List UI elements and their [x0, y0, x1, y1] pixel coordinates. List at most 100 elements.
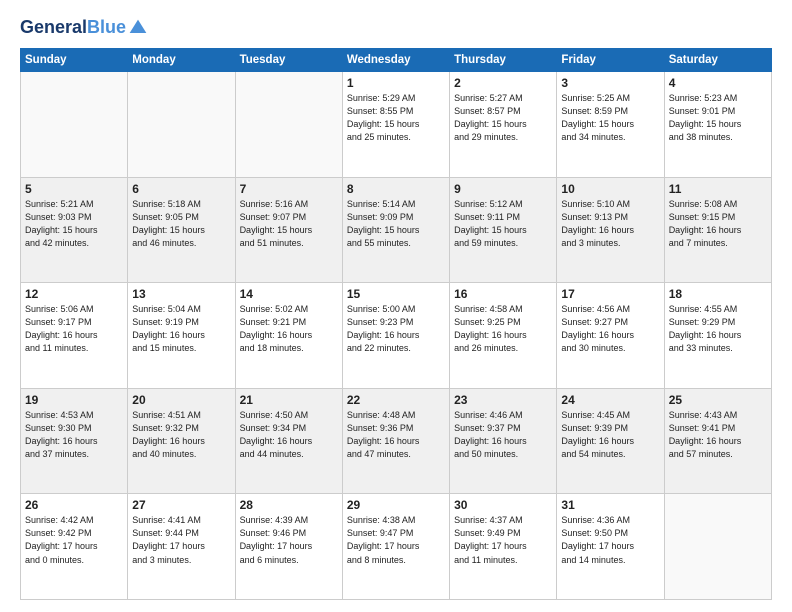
calendar-cell: 4Sunrise: 5:23 AM Sunset: 9:01 PM Daylig… — [664, 72, 771, 178]
calendar-cell — [21, 72, 128, 178]
calendar-cell: 3 Sunrise: 5:25 AM Sunset: 8:59 PM Daylig… — [557, 72, 664, 178]
weekday-header-friday: Friday — [557, 49, 664, 72]
day-number: 1 — [347, 76, 445, 90]
calendar-cell: 15 Sunrise: 5:00 AM Sunset: 9:23 PM Dayli… — [342, 283, 449, 389]
weekday-header-tuesday: Tuesday — [235, 49, 342, 72]
weekday-header-thursday: Thursday — [450, 49, 557, 72]
calendar-cell: 20Sunrise: 4:51 AM Sunset: 9:32 PM Dayli… — [128, 388, 235, 494]
calendar-cell: 28 Sunrise: 4:39 AM Sunset: 9:46 PM Dayli… — [235, 494, 342, 600]
day-info: Sunrise: 5:29 AM Sunset: 8:55 PM Dayligh… — [347, 92, 445, 144]
day-number: 6 — [132, 182, 230, 196]
calendar-cell: 29 Sunrise: 4:38 AM Sunset: 9:47 PM Dayli… — [342, 494, 449, 600]
day-number: 22 — [347, 393, 445, 407]
day-info: Sunrise: 5:08 AM Sunset: 9:15 PM Dayligh… — [669, 198, 767, 250]
calendar-cell: 18 Sunrise: 4:55 AM Sunset: 9:29 PM Dayli… — [664, 283, 771, 389]
calendar-cell: 10 Sunrise: 5:10 AM Sunset: 9:13 PM Dayli… — [557, 177, 664, 283]
day-number: 2 — [454, 76, 552, 90]
day-info: Sunrise: 5:14 AM Sunset: 9:09 PM Dayligh… — [347, 198, 445, 250]
day-number: 15 — [347, 287, 445, 301]
day-number: 5 — [25, 182, 123, 196]
day-info: Sunrise: 4:51 AM Sunset: 9:32 PM Dayligh… — [132, 409, 230, 461]
calendar-cell: 5 Sunrise: 5:21 AM Sunset: 9:03 PM Daylig… — [21, 177, 128, 283]
day-info: Sunrise: 4:43 AM Sunset: 9:41 PM Dayligh… — [669, 409, 767, 461]
day-info: Sunrise: 5:25 AM Sunset: 8:59 PM Dayligh… — [561, 92, 659, 144]
calendar-cell: 26Sunrise: 4:42 AM Sunset: 9:42 PM Dayli… — [21, 494, 128, 600]
day-info: Sunrise: 4:50 AM Sunset: 9:34 PM Dayligh… — [240, 409, 338, 461]
calendar-cell: 24 Sunrise: 4:45 AM Sunset: 9:39 PM Dayli… — [557, 388, 664, 494]
calendar-cell: 1 Sunrise: 5:29 AM Sunset: 8:55 PM Daylig… — [342, 72, 449, 178]
calendar-cell: 30 Sunrise: 4:37 AM Sunset: 9:49 PM Dayli… — [450, 494, 557, 600]
calendar-cell: 8 Sunrise: 5:14 AM Sunset: 9:09 PM Daylig… — [342, 177, 449, 283]
day-number: 8 — [347, 182, 445, 196]
day-number: 10 — [561, 182, 659, 196]
calendar-cell: 12 Sunrise: 5:06 AM Sunset: 9:17 PM Dayli… — [21, 283, 128, 389]
calendar-cell — [664, 494, 771, 600]
day-info: Sunrise: 4:53 AM Sunset: 9:30 PM Dayligh… — [25, 409, 123, 461]
day-number: 19 — [25, 393, 123, 407]
day-info: Sunrise: 4:48 AM Sunset: 9:36 PM Dayligh… — [347, 409, 445, 461]
calendar-cell: 22 Sunrise: 4:48 AM Sunset: 9:36 PM Dayli… — [342, 388, 449, 494]
calendar-cell: 23Sunrise: 4:46 AM Sunset: 9:37 PM Dayli… — [450, 388, 557, 494]
day-info: Sunrise: 4:45 AM Sunset: 9:39 PM Dayligh… — [561, 409, 659, 461]
day-info: Sunrise: 4:41 AM Sunset: 9:44 PM Dayligh… — [132, 514, 230, 566]
day-info: Sunrise: 5:06 AM Sunset: 9:17 PM Dayligh… — [25, 303, 123, 355]
calendar-cell: 7 Sunrise: 5:16 AM Sunset: 9:07 PM Daylig… — [235, 177, 342, 283]
calendar-cell: 9 Sunrise: 5:12 AM Sunset: 9:11 PM Daylig… — [450, 177, 557, 283]
calendar-cell: 17 Sunrise: 4:56 AM Sunset: 9:27 PM Dayli… — [557, 283, 664, 389]
day-number: 3 — [561, 76, 659, 90]
day-info: Sunrise: 5:00 AM Sunset: 9:23 PM Dayligh… — [347, 303, 445, 355]
day-number: 24 — [561, 393, 659, 407]
week-row-4: 26Sunrise: 4:42 AM Sunset: 9:42 PM Dayli… — [21, 494, 772, 600]
weekday-header-sunday: Sunday — [21, 49, 128, 72]
logo-icon — [128, 18, 148, 38]
day-number: 28 — [240, 498, 338, 512]
day-number: 18 — [669, 287, 767, 301]
day-number: 4 — [669, 76, 767, 90]
day-info: Sunrise: 4:58 AM Sunset: 9:25 PM Dayligh… — [454, 303, 552, 355]
day-info: Sunrise: 5:02 AM Sunset: 9:21 PM Dayligh… — [240, 303, 338, 355]
day-number: 17 — [561, 287, 659, 301]
day-info: Sunrise: 4:56 AM Sunset: 9:27 PM Dayligh… — [561, 303, 659, 355]
day-number: 31 — [561, 498, 659, 512]
calendar-cell: 6 Sunrise: 5:18 AM Sunset: 9:05 PM Daylig… — [128, 177, 235, 283]
page: GeneralBlue SundayMondayTuesdayWednesday… — [0, 0, 792, 612]
day-number: 13 — [132, 287, 230, 301]
day-number: 7 — [240, 182, 338, 196]
calendar-table: SundayMondayTuesdayWednesdayThursdayFrid… — [20, 48, 772, 600]
calendar-cell: 25 Sunrise: 4:43 AM Sunset: 9:41 PM Dayli… — [664, 388, 771, 494]
day-info: Sunrise: 5:18 AM Sunset: 9:05 PM Dayligh… — [132, 198, 230, 250]
calendar-cell — [235, 72, 342, 178]
day-info: Sunrise: 5:16 AM Sunset: 9:07 PM Dayligh… — [240, 198, 338, 250]
day-info: Sunrise: 4:42 AM Sunset: 9:42 PM Dayligh… — [25, 514, 123, 566]
day-info: Sunrise: 5:27 AM Sunset: 8:57 PM Dayligh… — [454, 92, 552, 144]
week-row-1: 5 Sunrise: 5:21 AM Sunset: 9:03 PM Daylig… — [21, 177, 772, 283]
week-row-3: 19 Sunrise: 4:53 AM Sunset: 9:30 PM Dayli… — [21, 388, 772, 494]
day-info: Sunrise: 5:12 AM Sunset: 9:11 PM Dayligh… — [454, 198, 552, 250]
day-number: 25 — [669, 393, 767, 407]
day-info: Sunrise: 4:37 AM Sunset: 9:49 PM Dayligh… — [454, 514, 552, 566]
calendar-cell: 27 Sunrise: 4:41 AM Sunset: 9:44 PM Dayli… — [128, 494, 235, 600]
day-info: Sunrise: 4:39 AM Sunset: 9:46 PM Dayligh… — [240, 514, 338, 566]
day-number: 29 — [347, 498, 445, 512]
week-row-2: 12 Sunrise: 5:06 AM Sunset: 9:17 PM Dayli… — [21, 283, 772, 389]
day-number: 21 — [240, 393, 338, 407]
calendar-cell — [128, 72, 235, 178]
weekday-header-row: SundayMondayTuesdayWednesdayThursdayFrid… — [21, 49, 772, 72]
logo: GeneralBlue — [20, 18, 148, 38]
day-number: 9 — [454, 182, 552, 196]
calendar-cell: 31 Sunrise: 4:36 AM Sunset: 9:50 PM Dayli… — [557, 494, 664, 600]
day-info: Sunrise: 4:55 AM Sunset: 9:29 PM Dayligh… — [669, 303, 767, 355]
calendar-cell: 2 Sunrise: 5:27 AM Sunset: 8:57 PM Daylig… — [450, 72, 557, 178]
day-number: 14 — [240, 287, 338, 301]
day-number: 27 — [132, 498, 230, 512]
day-number: 12 — [25, 287, 123, 301]
day-number: 11 — [669, 182, 767, 196]
day-info: Sunrise: 5:10 AM Sunset: 9:13 PM Dayligh… — [561, 198, 659, 250]
day-info: Sunrise: 5:21 AM Sunset: 9:03 PM Dayligh… — [25, 198, 123, 250]
day-number: 30 — [454, 498, 552, 512]
calendar-cell: 21 Sunrise: 4:50 AM Sunset: 9:34 PM Dayli… — [235, 388, 342, 494]
week-row-0: 1 Sunrise: 5:29 AM Sunset: 8:55 PM Daylig… — [21, 72, 772, 178]
weekday-header-wednesday: Wednesday — [342, 49, 449, 72]
day-info: Sunrise: 4:38 AM Sunset: 9:47 PM Dayligh… — [347, 514, 445, 566]
day-info: Sunrise: 4:36 AM Sunset: 9:50 PM Dayligh… — [561, 514, 659, 566]
